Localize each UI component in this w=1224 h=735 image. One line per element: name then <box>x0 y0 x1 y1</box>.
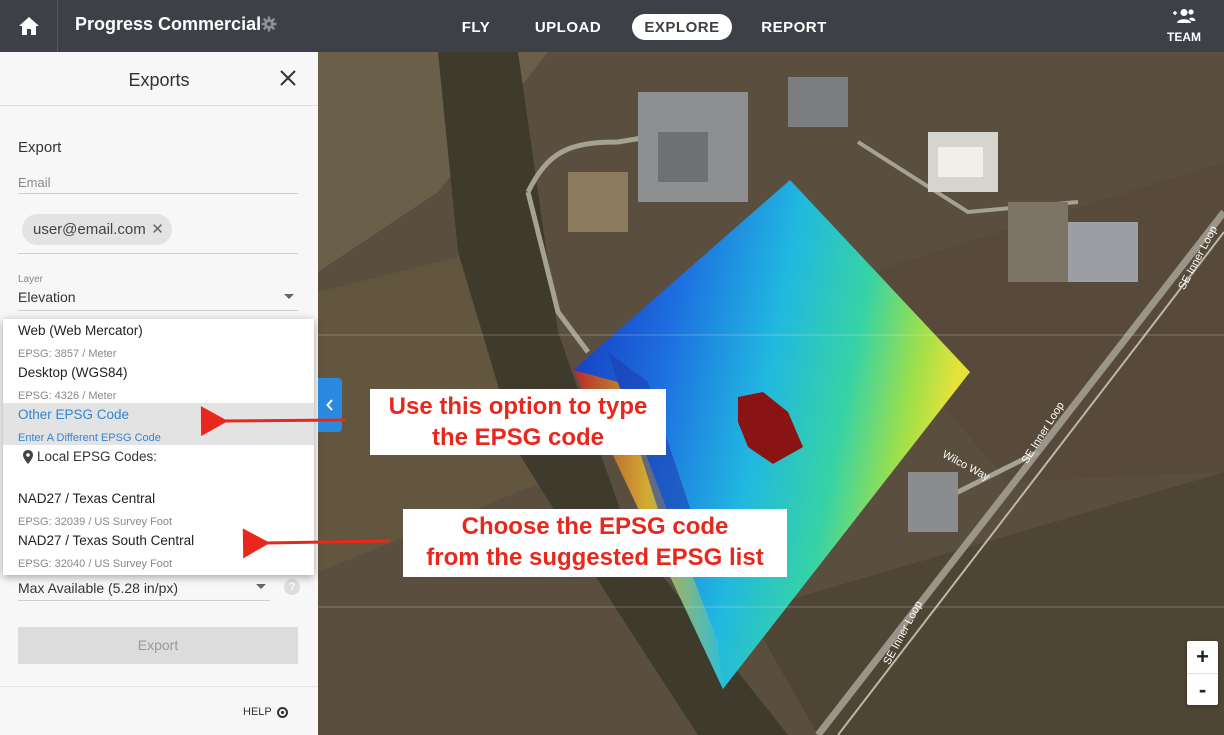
callout-choose-epsg: Choose the EPSG code from the suggested … <box>403 509 787 577</box>
callout-line: Use this option to type <box>388 393 648 420</box>
zoom-control: + - <box>1187 641 1218 705</box>
callout-type-epsg: Use this option to type the EPSG code <box>370 389 666 455</box>
callout-line: Choose the EPSG code <box>461 513 729 540</box>
callout-line: from the suggested EPSG list <box>426 544 764 571</box>
zoom-out-button[interactable]: - <box>1187 673 1218 705</box>
zoom-in-button[interactable]: + <box>1187 641 1218 673</box>
callout-line: the EPSG code <box>431 424 605 451</box>
annotation-arrows <box>200 406 391 559</box>
